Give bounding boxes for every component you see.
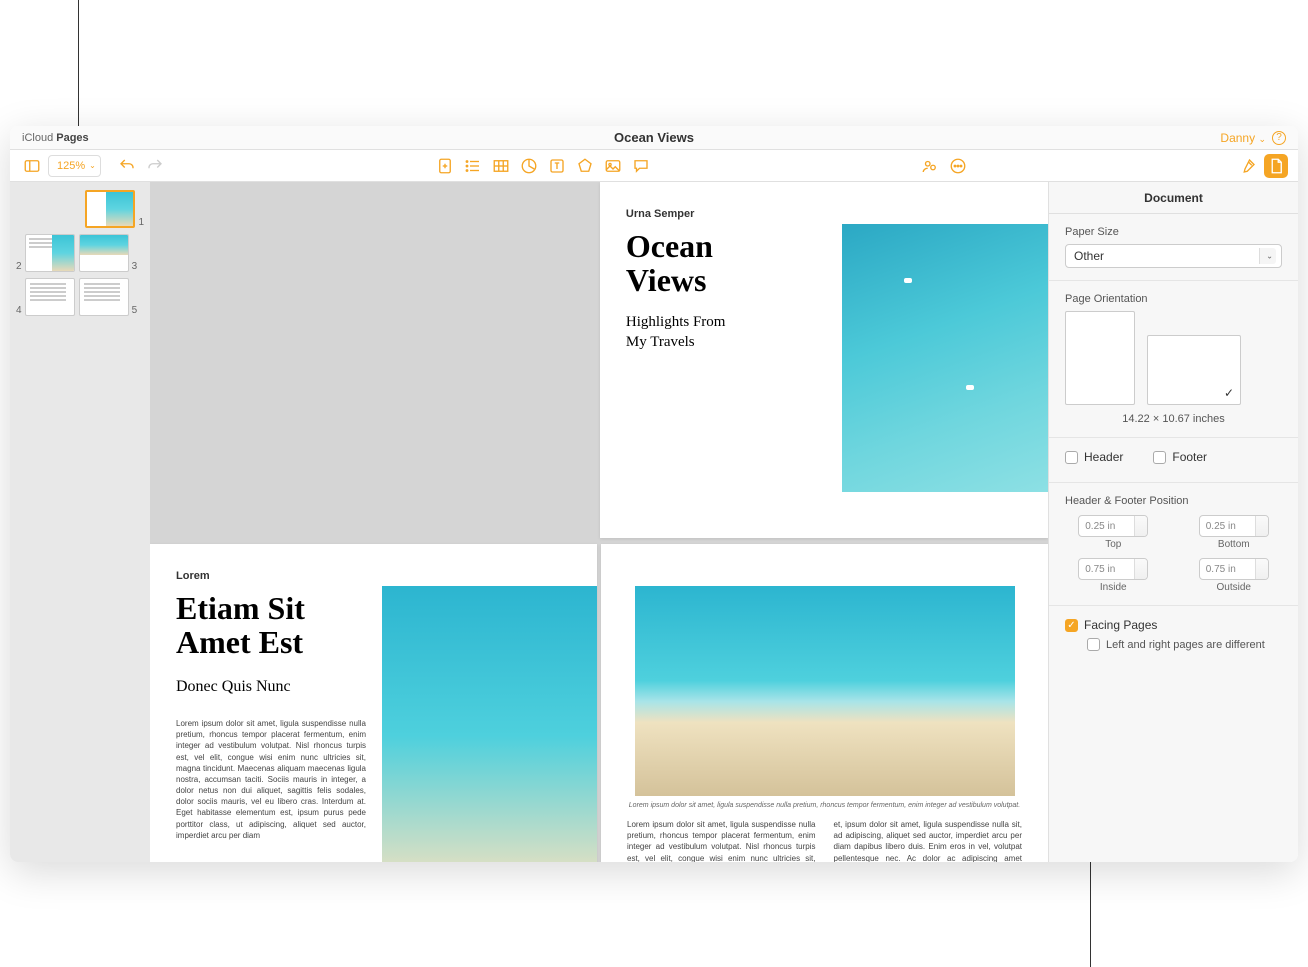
page-image[interactable] (382, 586, 597, 862)
page-thumbnail[interactable] (79, 278, 129, 316)
insert-image-icon[interactable] (601, 154, 625, 178)
toolbar: 125%⌄ (10, 150, 1298, 182)
page-header-text: Lorem (176, 570, 571, 582)
page-thumbnail[interactable] (25, 234, 75, 272)
thumb-number: 2 (16, 261, 22, 272)
redo-icon[interactable] (143, 154, 167, 178)
page-thumbnail[interactable] (25, 278, 75, 316)
page-body-column: et, ipsum dolor sit amet, ligula suspend… (834, 819, 1023, 862)
page-thumbnail[interactable] (79, 234, 129, 272)
top-margin-stepper[interactable]: 0.25 in (1078, 515, 1148, 537)
inside-margin-stepper[interactable]: 0.75 in (1078, 558, 1148, 580)
orientation-portrait-button[interactable] (1065, 311, 1135, 405)
top-margin-label: Top (1105, 539, 1121, 550)
insert-list-icon[interactable] (461, 154, 485, 178)
paper-size-label: Paper Size (1065, 226, 1282, 238)
page-dimensions-text: 14.22 × 10.67 inches (1065, 413, 1282, 425)
app-window: iCloud Pages Ocean Views Danny ⌄ ? 125%⌄ (10, 126, 1298, 862)
document-page[interactable]: Lorem Etiam SitAmet Est Donec Quis Nunc … (150, 544, 597, 862)
insert-table-icon[interactable] (489, 154, 513, 178)
paper-size-select[interactable]: Other ⌄ (1065, 244, 1282, 268)
outside-margin-label: Outside (1217, 582, 1251, 593)
inspector-tab-document[interactable]: Document (1049, 182, 1298, 214)
hf-position-label: Header & Footer Position (1065, 495, 1282, 507)
app-brand: iCloud Pages (10, 132, 210, 144)
insert-text-icon[interactable] (545, 154, 569, 178)
add-page-icon[interactable] (433, 154, 457, 178)
lr-different-checkbox[interactable] (1087, 638, 1100, 651)
page-body-column: Lorem ipsum dolor sit amet, ligula suspe… (627, 819, 816, 862)
footer-checkbox-label: Footer (1172, 450, 1207, 464)
help-icon[interactable]: ? (1272, 131, 1286, 145)
thumb-number: 5 (132, 305, 138, 316)
sidebar-toggle-icon[interactable] (20, 154, 44, 178)
footer-checkbox[interactable] (1153, 451, 1166, 464)
insert-shape-icon[interactable] (573, 154, 597, 178)
outside-margin-stepper[interactable]: 0.75 in (1199, 558, 1269, 580)
facing-pages-checkbox[interactable]: ✓ (1065, 619, 1078, 632)
page-header-text: Urna Semper (626, 208, 1022, 220)
thumb-number: 3 (132, 261, 138, 272)
collaborate-icon[interactable] (918, 154, 942, 178)
orientation-label: Page Orientation (1065, 293, 1282, 305)
bottom-margin-label: Bottom (1218, 539, 1250, 550)
undo-icon[interactable] (115, 154, 139, 178)
page-image[interactable] (842, 224, 1048, 492)
thumb-number: 1 (138, 217, 144, 228)
page-thumbnails-panel: 1 2 3 4 5 (10, 182, 150, 862)
insert-comment-icon[interactable] (629, 154, 653, 178)
format-paintbrush-icon[interactable] (1236, 154, 1260, 178)
image-caption: Lorem ipsum dolor sit amet, ligula suspe… (627, 802, 1022, 809)
document-canvas[interactable]: Urna Semper OceanViews Highlights FromMy… (150, 182, 1048, 862)
more-icon[interactable] (946, 154, 970, 178)
header-checkbox[interactable] (1065, 451, 1078, 464)
page-body-text: Lorem ipsum dolor sit amet, ligula suspe… (176, 718, 366, 841)
bottom-margin-stepper[interactable]: 0.25 in (1199, 515, 1269, 537)
inspector-panel: Document Paper Size Other ⌄ Page Orienta… (1048, 182, 1298, 862)
inside-margin-label: Inside (1100, 582, 1127, 593)
document-title: Ocean Views (210, 130, 1098, 145)
page-image[interactable] (635, 586, 1015, 796)
zoom-select[interactable]: 125%⌄ (48, 155, 101, 177)
facing-pages-label: Facing Pages (1084, 618, 1157, 632)
document-page[interactable]: Lorem ipsum dolor sit amet, ligula suspe… (601, 544, 1048, 862)
insert-chart-icon[interactable] (517, 154, 541, 178)
document-options-icon[interactable] (1264, 154, 1288, 178)
thumb-number: 4 (16, 305, 22, 316)
page-thumbnail[interactable] (85, 190, 135, 228)
lr-different-label: Left and right pages are different (1106, 638, 1265, 652)
titlebar: iCloud Pages Ocean Views Danny ⌄ ? (10, 126, 1298, 150)
check-icon: ✓ (1224, 386, 1234, 400)
orientation-landscape-button[interactable]: ✓ (1147, 335, 1241, 405)
document-page[interactable]: Urna Semper OceanViews Highlights FromMy… (600, 182, 1048, 538)
user-menu[interactable]: Danny ⌄ (1220, 131, 1266, 145)
header-checkbox-label: Header (1084, 450, 1123, 464)
